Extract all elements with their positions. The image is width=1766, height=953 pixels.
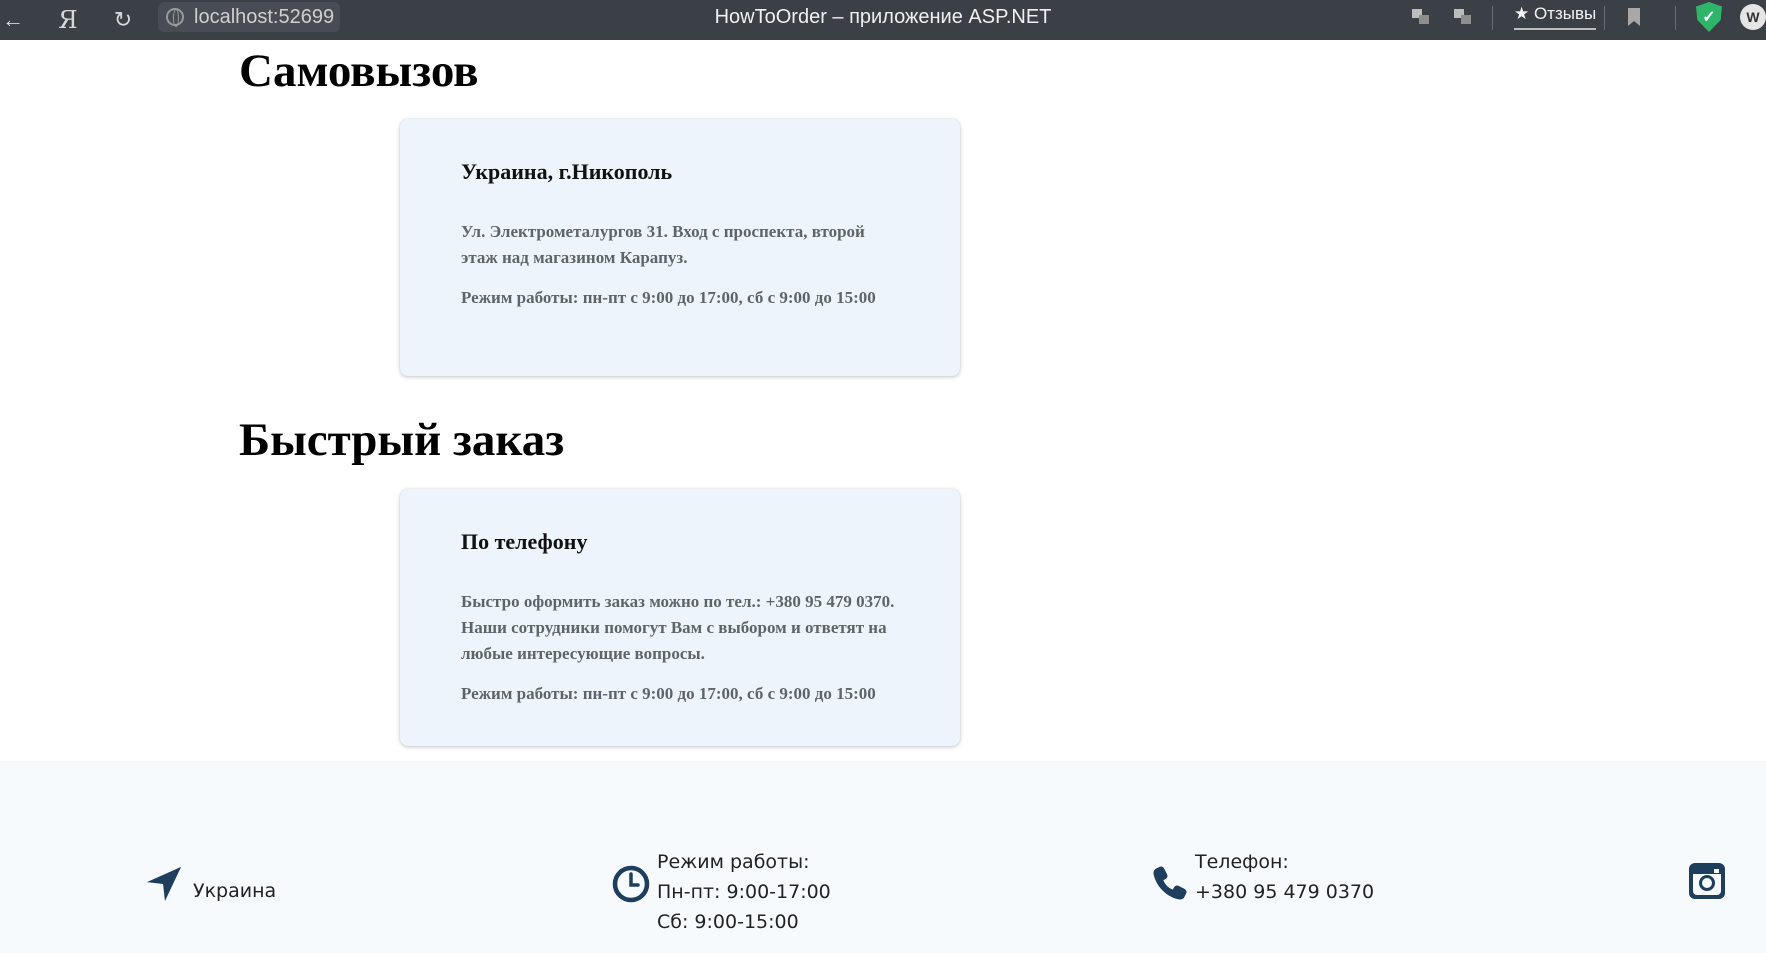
translate-icon[interactable] — [1410, 0, 1432, 34]
footer-phone: Телефон: +380 95 479 0370 — [1195, 847, 1374, 907]
quick-order-card: По телефону Быстро оформить заказ можно … — [400, 489, 960, 746]
pickup-hours: Режим работы: пн-пт с 9:00 до 17:00, сб … — [461, 288, 876, 307]
toolbar-divider — [1604, 6, 1605, 30]
reviews-button[interactable]: ★ Отзывы — [1514, 0, 1597, 30]
footer-hours-label: Режим работы: — [657, 851, 810, 873]
footer-hours: Режим работы: Пн-пт: 9:00-17:00 Сб: 9:00… — [657, 847, 831, 937]
footer-location: Украина — [193, 880, 277, 902]
quick-order-description: Быстро оформить заказ можно по тел.: +38… — [461, 592, 895, 663]
pickup-card-heading: Украина, г.Никополь — [461, 159, 673, 184]
footer-hours-weekdays: Пн-пт: 9:00-17:00 — [657, 881, 831, 903]
quick-order-hours: Режим работы: пн-пт с 9:00 до 17:00, сб … — [461, 684, 876, 703]
bookmark-icon[interactable] — [1626, 0, 1642, 34]
toolbar-divider — [1675, 6, 1676, 30]
toolbar-divider — [1492, 6, 1493, 30]
footer-hours-saturday: Сб: 9:00-15:00 — [657, 911, 799, 933]
quick-order-section-title: Быстрый заказ — [239, 414, 565, 466]
pickup-section-title: Самовызов — [239, 45, 479, 97]
pickup-card: Украина, г.Никополь Ул. Электрометалурго… — [400, 119, 960, 376]
page-tab-title: HowToOrder – приложение ASP.NET — [714, 5, 1052, 28]
avatar[interactable]: W — [1740, 4, 1766, 30]
clock-icon — [612, 865, 650, 903]
phone-icon — [1153, 866, 1187, 900]
footer-phone-number[interactable]: +380 95 479 0370 — [1195, 877, 1374, 907]
location-arrow-icon — [146, 866, 182, 902]
browser-toolbar: ← Я ↻ localhost:52699 HowToOrder – прило… — [0, 0, 1766, 40]
extension-icon[interactable] — [1452, 0, 1474, 34]
pickup-address: Ул. Электрометалургов 31. Вход с проспек… — [461, 222, 865, 267]
footer: Украина Режим работы: Пн-пт: 9:00-17:00 … — [0, 761, 1766, 953]
footer-phone-label: Телефон: — [1195, 851, 1289, 873]
instagram-icon[interactable] — [1687, 861, 1727, 901]
quick-order-card-heading: По телефону — [461, 529, 588, 554]
